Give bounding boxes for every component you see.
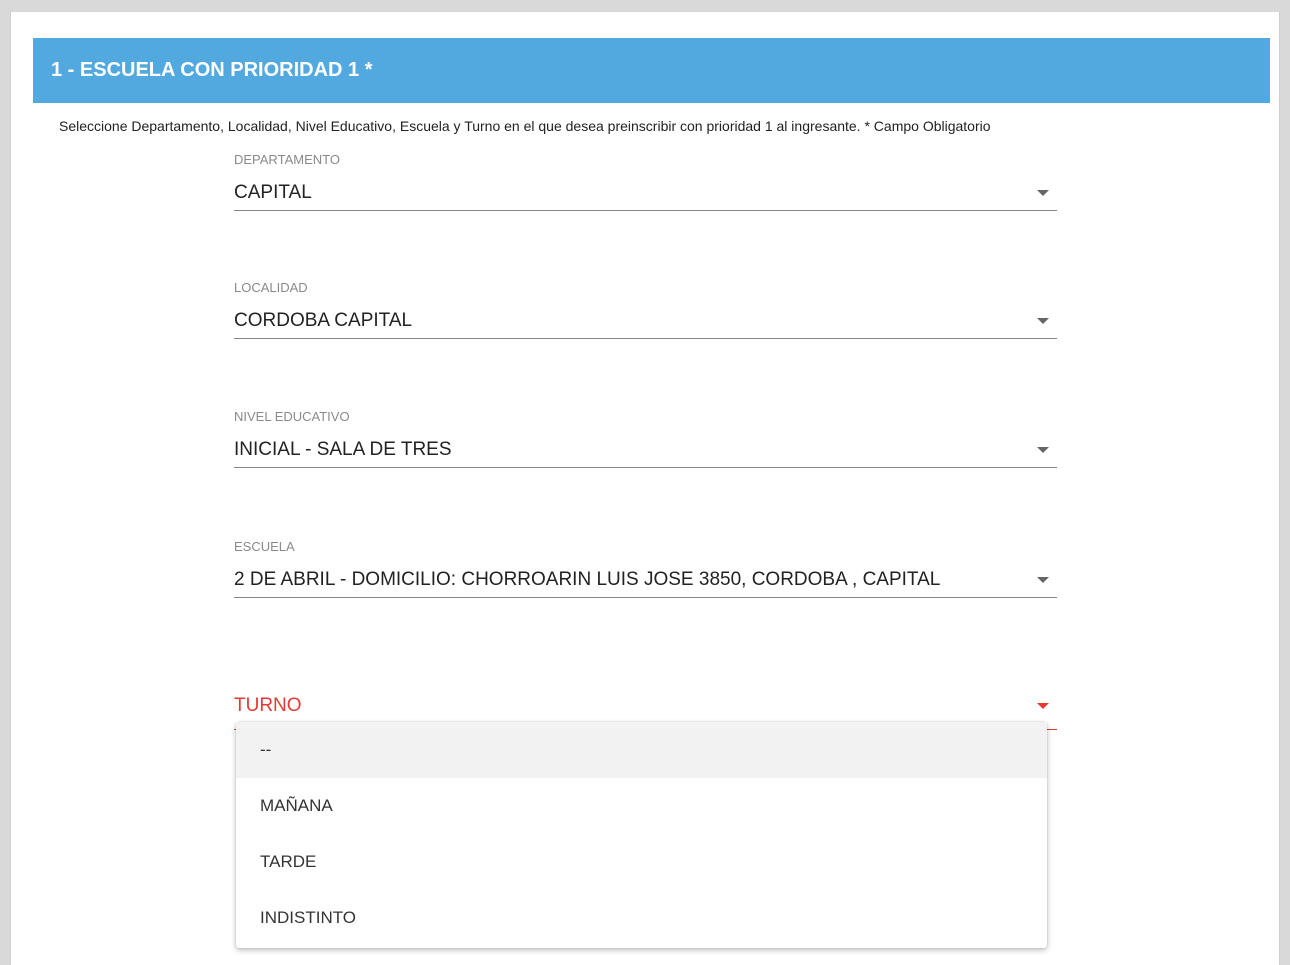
nivel-educativo-select[interactable]: INICIAL - SALA DE TRES (234, 433, 1057, 468)
turno-option[interactable]: TARDE (236, 834, 1047, 890)
chevron-down-icon (1037, 577, 1049, 583)
turno-option[interactable]: MAÑANA (236, 778, 1047, 834)
chevron-down-icon (1037, 190, 1049, 196)
chevron-down-icon (1037, 703, 1049, 709)
section-header: 1 - ESCUELA CON PRIORIDAD 1 * (33, 38, 1270, 103)
nivel-educativo-label: NIVEL EDUCATIVO (234, 409, 350, 424)
departamento-select[interactable]: CAPITAL (234, 176, 1057, 211)
instructions-text: Seleccione Departamento, Localidad, Nive… (59, 118, 991, 134)
localidad-field: LOCALIDAD CORDOBA CAPITAL (234, 280, 1057, 339)
localidad-select[interactable]: CORDOBA CAPITAL (234, 304, 1057, 339)
departamento-label: DEPARTAMENTO (234, 152, 340, 167)
turno-option[interactable]: -- (236, 722, 1047, 778)
nivel-educativo-field: NIVEL EDUCATIVO INICIAL - SALA DE TRES (234, 409, 1057, 468)
departamento-field: DEPARTAMENTO CAPITAL (234, 152, 1057, 211)
escuela-label: ESCUELA (234, 539, 295, 554)
nivel-educativo-value: INICIAL - SALA DE TRES (234, 439, 452, 460)
escuela-select[interactable]: 2 DE ABRIL - DOMICILIO: CHORROARIN LUIS … (234, 563, 1057, 598)
turno-label: TURNO (234, 695, 302, 716)
turno-option[interactable]: INDISTINTO (236, 890, 1047, 946)
section-title: 1 - ESCUELA CON PRIORIDAD 1 * (51, 59, 373, 81)
turno-dropdown-menu: -- MAÑANA TARDE INDISTINTO (236, 722, 1047, 948)
escuela-value: 2 DE ABRIL - DOMICILIO: CHORROARIN LUIS … (234, 569, 941, 590)
escuela-field: ESCUELA 2 DE ABRIL - DOMICILIO: CHORROAR… (234, 539, 1057, 598)
localidad-label: LOCALIDAD (234, 280, 308, 295)
chevron-down-icon (1037, 447, 1049, 453)
departamento-value: CAPITAL (234, 182, 312, 203)
chevron-down-icon (1037, 318, 1049, 324)
localidad-value: CORDOBA CAPITAL (234, 310, 413, 331)
form-card: 1 - ESCUELA CON PRIORIDAD 1 * Seleccione… (10, 12, 1280, 965)
